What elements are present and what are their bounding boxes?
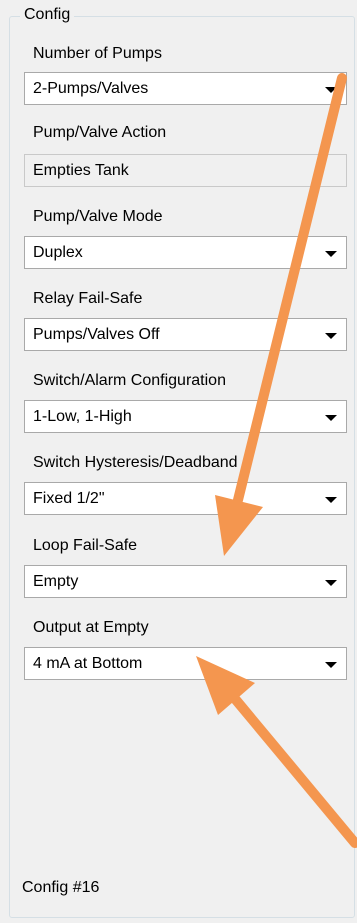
pump-valve-action-field: Empties Tank bbox=[24, 154, 347, 187]
loop-fail-safe-value: Empty bbox=[33, 573, 79, 590]
chevron-down-icon[interactable] bbox=[325, 333, 337, 339]
pump-valve-action-value: Empties Tank bbox=[33, 162, 129, 179]
output-at-empty-value: 4 mA at Bottom bbox=[33, 655, 143, 672]
output-at-empty-label: Output at Empty bbox=[33, 619, 149, 636]
pump-valve-mode-label: Pump/Valve Mode bbox=[33, 208, 163, 225]
chevron-down-icon[interactable] bbox=[325, 497, 337, 503]
switch-hysteresis-value: Fixed 1/2" bbox=[33, 490, 105, 507]
chevron-down-icon[interactable] bbox=[325, 251, 337, 257]
switch-hysteresis-label: Switch Hysteresis/Deadband bbox=[33, 454, 238, 471]
output-at-empty-dropdown[interactable]: 4 mA at Bottom bbox=[24, 647, 347, 680]
chevron-down-icon[interactable] bbox=[325, 415, 337, 421]
config-number: Config #16 bbox=[22, 879, 100, 896]
switch-alarm-configuration-dropdown[interactable]: 1-Low, 1-High bbox=[24, 400, 347, 433]
loop-fail-safe-label: Loop Fail-Safe bbox=[33, 537, 138, 554]
chevron-down-icon[interactable] bbox=[325, 580, 337, 586]
number-of-pumps-dropdown[interactable]: 2-Pumps/Valves bbox=[24, 72, 347, 105]
relay-fail-safe-value: Pumps/Valves Off bbox=[33, 326, 160, 343]
number-of-pumps-label: Number of Pumps bbox=[33, 45, 162, 62]
pump-valve-action-label: Pump/Valve Action bbox=[33, 124, 167, 141]
config-group-title: Config bbox=[20, 5, 75, 25]
switch-alarm-configuration-label: Switch/Alarm Configuration bbox=[33, 372, 226, 389]
relay-fail-safe-label: Relay Fail-Safe bbox=[33, 290, 143, 307]
chevron-down-icon[interactable] bbox=[325, 87, 337, 93]
number-of-pumps-value: 2-Pumps/Valves bbox=[33, 80, 149, 97]
chevron-down-icon[interactable] bbox=[325, 662, 337, 668]
switch-alarm-configuration-value: 1-Low, 1-High bbox=[33, 408, 132, 425]
switch-hysteresis-dropdown[interactable]: Fixed 1/2" bbox=[24, 482, 347, 515]
pump-valve-mode-value: Duplex bbox=[33, 244, 83, 261]
relay-fail-safe-dropdown[interactable]: Pumps/Valves Off bbox=[24, 318, 347, 351]
pump-valve-mode-dropdown[interactable]: Duplex bbox=[24, 236, 347, 269]
loop-fail-safe-dropdown[interactable]: Empty bbox=[24, 565, 347, 598]
